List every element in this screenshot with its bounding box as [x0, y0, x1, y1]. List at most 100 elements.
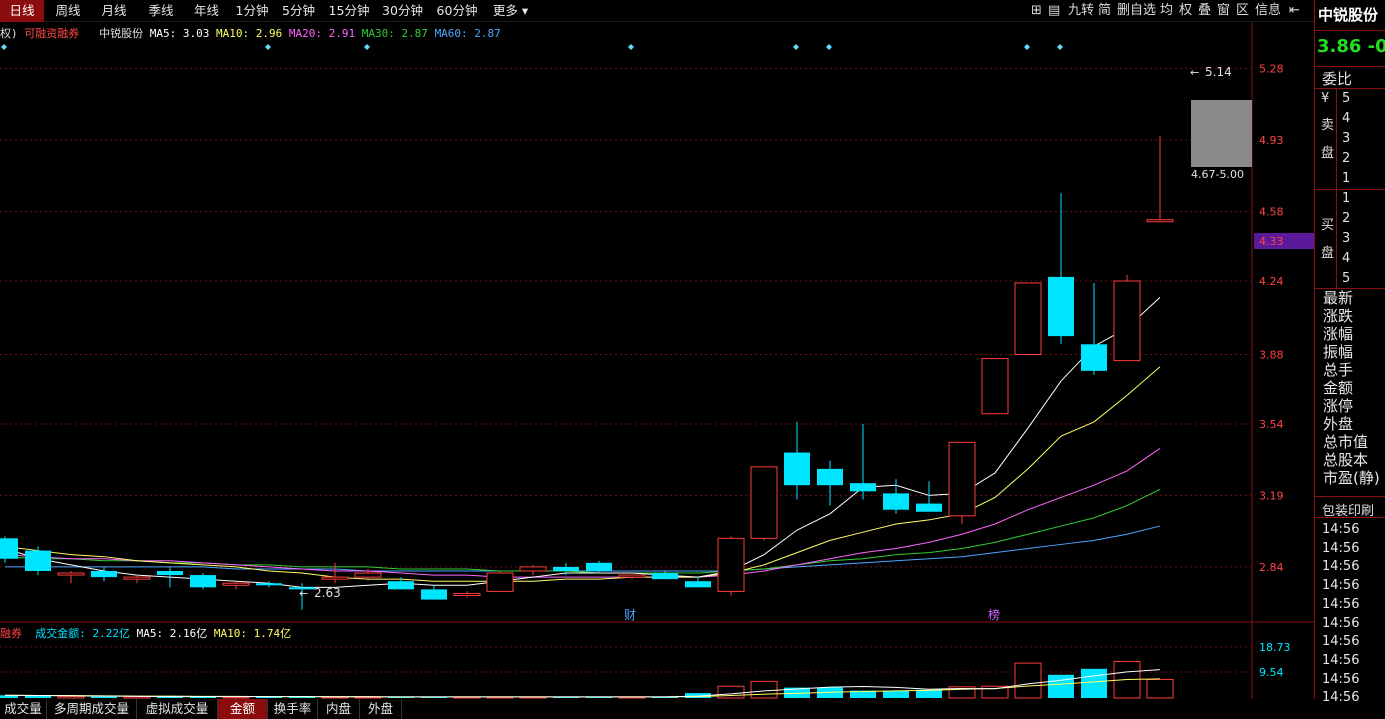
stat-label: 外盘 [1323, 415, 1354, 433]
event-diamond-icon[interactable] [826, 44, 832, 50]
average-button[interactable]: 均 [1160, 0, 1173, 22]
period-tab-9[interactable]: 60分钟 [431, 0, 483, 22]
candle-down [784, 452, 810, 486]
high-arrow-icon: ← [1190, 66, 1199, 79]
candle-up [981, 358, 1009, 415]
short-tag: 融券 [0, 627, 22, 640]
amount-bar-up [486, 696, 514, 699]
rank-marker[interactable]: 榜 [988, 607, 1000, 622]
bottom-tab-2[interactable]: 虚拟成交量 [137, 699, 218, 719]
simple-button[interactable]: 简 [1098, 0, 1111, 22]
period-tab-8[interactable]: 30分钟 [378, 0, 427, 22]
amount-ma10-line [4, 678, 1161, 698]
candle-down [289, 587, 315, 590]
buy-level-2: 2 [1342, 211, 1351, 226]
candle-up [354, 572, 382, 578]
grid-icon[interactable]: ⊞ [1031, 0, 1042, 22]
arrow-left-icon[interactable]: ⇤ [1289, 0, 1300, 22]
period-tab-6[interactable]: 5分钟 [277, 0, 320, 22]
low-label: 2.63 [314, 586, 341, 600]
zone-button[interactable]: 区 [1236, 0, 1249, 22]
candle-down [1081, 344, 1107, 371]
amount-label: 成交金额: 2.22亿 [35, 627, 130, 640]
candle-down [652, 573, 678, 580]
stat-label: 市盈(静) [1323, 469, 1380, 487]
candle-up [1113, 280, 1141, 362]
candle-down [685, 581, 711, 588]
bottom-tab-0[interactable]: 成交量 [0, 699, 47, 719]
sell-level-3: 3 [1342, 131, 1351, 146]
amount-bar-down [850, 690, 876, 698]
event-diamond-icon[interactable] [793, 44, 799, 50]
price-tick: 3.54 [1259, 418, 1284, 431]
buy-level-5: 5 [1342, 271, 1351, 286]
candle-down [421, 589, 447, 600]
candle-down [157, 570, 183, 576]
bottom-tab-1[interactable]: 多周期成交量 [47, 699, 137, 719]
window-button[interactable]: 窗 [1217, 0, 1230, 22]
orderbook-divider [1336, 88, 1337, 288]
latest-price: 3.86 -0 [1317, 36, 1385, 57]
event-diamond-icon[interactable] [628, 44, 634, 50]
overlay-button[interactable]: 叠 [1198, 0, 1211, 22]
event-diamond-icon[interactable] [364, 44, 370, 50]
nine-turn-button[interactable]: 九转 [1068, 0, 1094, 22]
price-tick: 4.93 [1259, 134, 1284, 147]
bottom-tab-3[interactable]: 金额 [218, 699, 268, 719]
amount-bar-down [0, 695, 18, 698]
trade-time: 14:56 [1322, 578, 1360, 594]
amount-bar-down [1048, 674, 1074, 698]
period-tab-3[interactable]: 季线 [140, 0, 182, 22]
bottom-tab-4[interactable]: 换手率 [268, 699, 318, 719]
event-diamond-icon[interactable] [265, 44, 271, 50]
indicator-tabs: 成交量 多周期成交量 虚拟成交量 金额 换手率 内盘 外盘 [0, 699, 1315, 719]
margin-tag: 可融资融券 [24, 27, 80, 40]
event-diamond-icon[interactable] [1057, 44, 1063, 50]
period-tab-1[interactable]: 周线 [48, 0, 88, 22]
candle-up [1146, 219, 1174, 223]
amount-bar-down [685, 693, 711, 698]
candle-down [91, 570, 117, 578]
ma20-value: MA20: 2.91 [288, 27, 356, 40]
trade-time: 14:56 [1322, 690, 1360, 706]
layout-icon[interactable]: ▤ [1048, 0, 1060, 22]
candle-down [25, 550, 51, 571]
candle-down [0, 538, 18, 559]
candle-down [916, 503, 942, 512]
bottom-tab-6[interactable]: 外盘 [360, 699, 402, 719]
amount-bar-up [750, 680, 778, 699]
trade-time: 14:56 [1322, 522, 1360, 537]
buy-level-3: 3 [1342, 231, 1351, 246]
ma5-value: MA5: 3.03 [149, 27, 210, 40]
event-diamond-icon[interactable] [1, 44, 7, 50]
stat-label: 总手 [1323, 361, 1354, 379]
bottom-tab-5[interactable]: 内盘 [318, 699, 360, 719]
period-tab-10[interactable]: 更多 ▾ [488, 0, 533, 22]
stat-label: 金额 [1323, 379, 1354, 397]
sell-level-1: 1 [1342, 171, 1351, 186]
finance-marker[interactable]: 财 [624, 608, 636, 622]
info-button[interactable]: 信息 [1255, 0, 1281, 22]
sell-label-1: 卖 [1321, 118, 1335, 133]
amount-bar-down [190, 696, 216, 698]
delete-watchlist-button[interactable]: 删自选 [1117, 0, 1156, 22]
candle-up [519, 566, 547, 572]
period-tab-5[interactable]: 1分钟 [231, 0, 273, 22]
kline-chart[interactable]: 5.28 4.93 4.58 4.24 3.88 3.54 3.19 2.84 18.73 9.5… [0, 0, 1315, 719]
ma10-value: MA10: 2.96 [215, 27, 283, 40]
candle-up [948, 441, 976, 517]
period-tab-0[interactable]: 日线 [0, 0, 44, 22]
period-tab-7[interactable]: 15分钟 [324, 0, 374, 22]
amount-bar-up [57, 695, 85, 699]
event-diamond-icon[interactable] [1024, 44, 1030, 50]
range-box [1191, 100, 1252, 167]
period-tab-2[interactable]: 月线 [92, 0, 136, 22]
amount-bar-down [553, 696, 579, 698]
amount-ma10: MA10: 1.74亿 [213, 627, 292, 640]
amount-tick: 9.54 [1259, 666, 1284, 679]
candle-up [453, 592, 481, 596]
legend-prefix: 权) [0, 27, 25, 40]
amount-bar-up [1014, 662, 1042, 699]
period-tab-4[interactable]: 年线 [186, 0, 227, 22]
rights-button[interactable]: 权 [1179, 0, 1192, 22]
